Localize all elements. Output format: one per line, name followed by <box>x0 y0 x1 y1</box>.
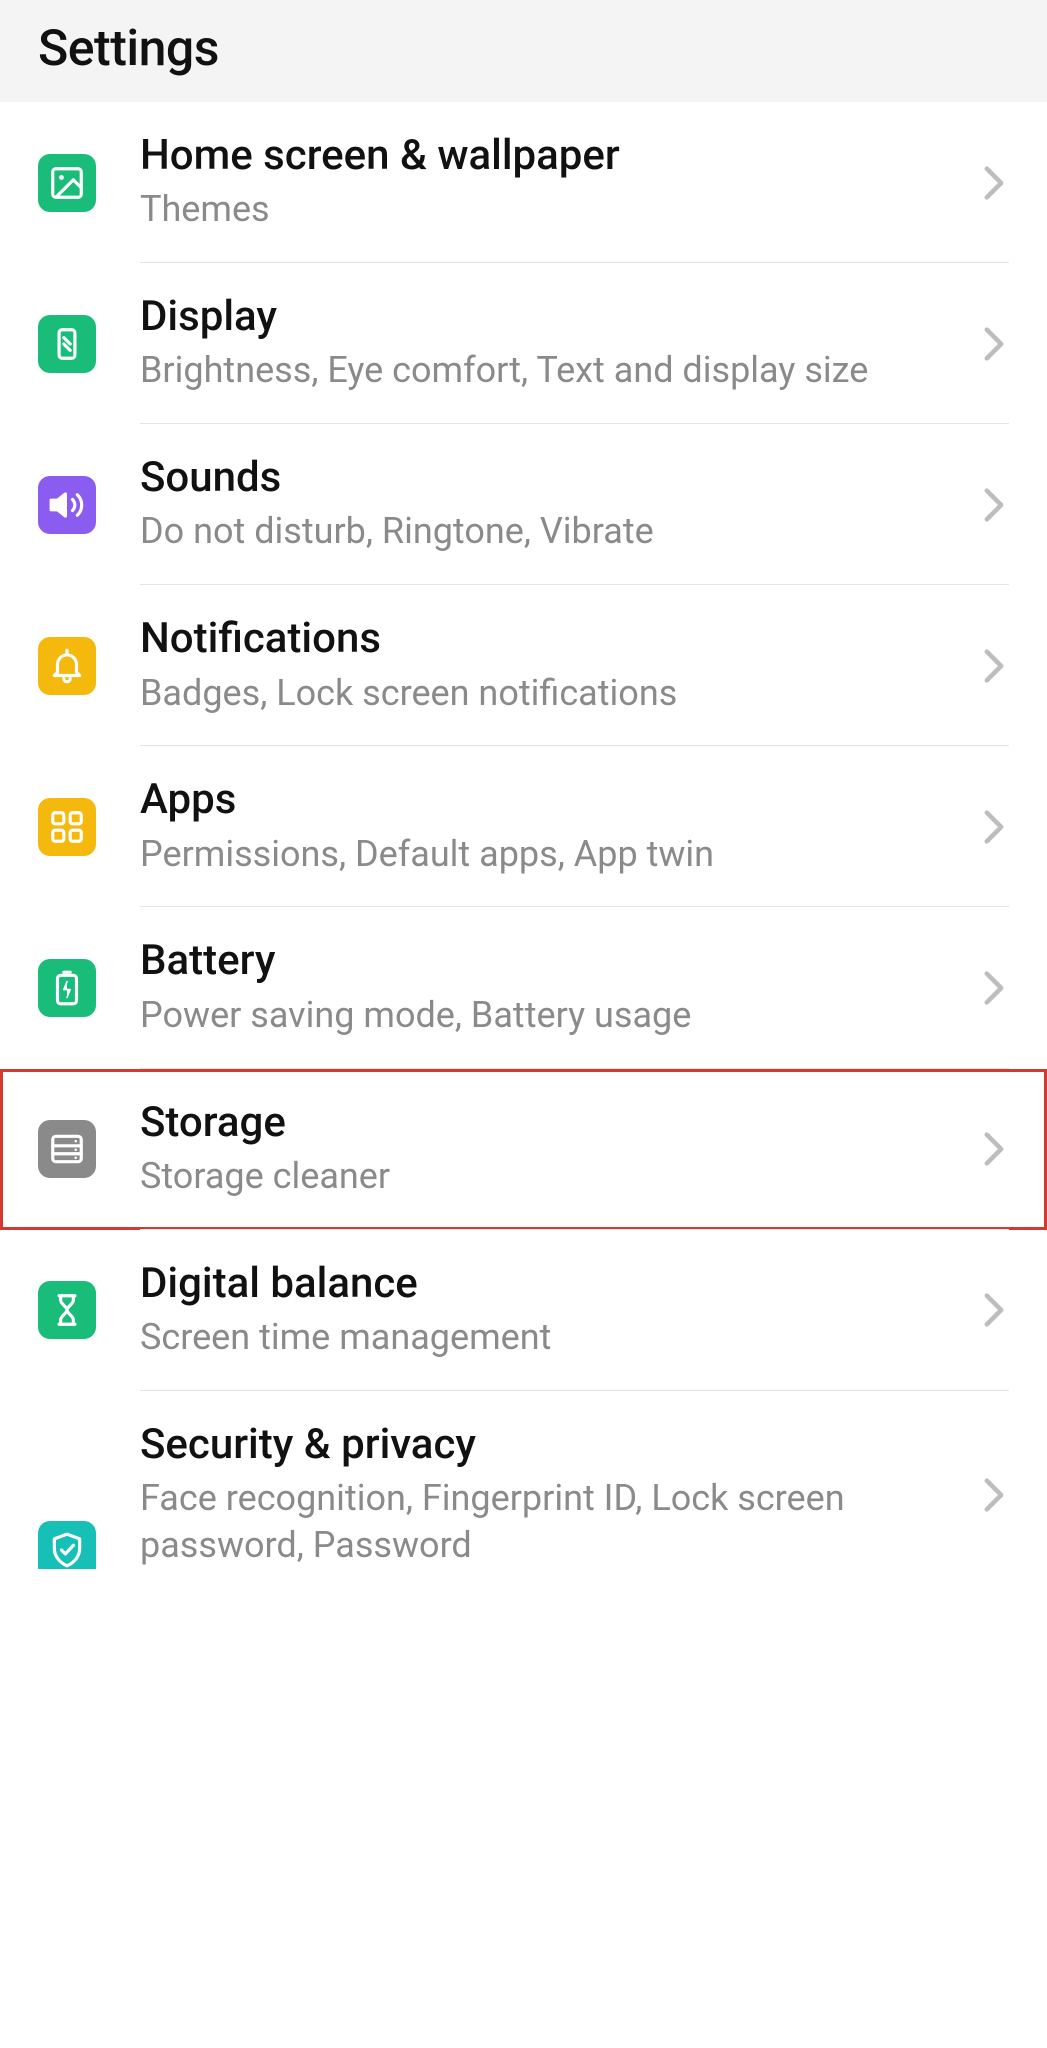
chevron-right-icon <box>979 490 1009 520</box>
settings-item-text: Display Brightness, Eye comfort, Text an… <box>140 293 959 394</box>
settings-item-text: Sounds Do not disturb, Ringtone, Vibrate <box>140 454 959 555</box>
hourglass-icon <box>38 1281 96 1339</box>
chevron-right-icon <box>979 1295 1009 1325</box>
settings-item-title: Sounds <box>140 454 959 502</box>
settings-item-text: Storage Storage cleaner <box>140 1099 959 1200</box>
settings-item-subtitle: Permissions, Default apps, App twin <box>140 831 959 878</box>
settings-item-battery[interactable]: Battery Power saving mode, Battery usage <box>0 907 1047 1068</box>
settings-item-text: Battery Power saving mode, Battery usage <box>140 937 959 1038</box>
settings-item-subtitle: Screen time management <box>140 1314 959 1361</box>
page-title: Settings <box>38 20 1009 78</box>
chevron-right-icon <box>979 812 1009 842</box>
settings-item-subtitle: Do not disturb, Ringtone, Vibrate <box>140 508 959 555</box>
sound-icon <box>38 476 96 534</box>
settings-item-security-privacy[interactable]: Security & privacy Face recognition, Fin… <box>0 1391 1047 1569</box>
settings-item-text: Digital balance Screen time management <box>140 1260 959 1361</box>
settings-item-text: Apps Permissions, Default apps, App twin <box>140 776 959 877</box>
settings-item-title: Notifications <box>140 615 959 663</box>
settings-item-subtitle: Themes <box>140 186 959 233</box>
chevron-right-icon <box>979 973 1009 1003</box>
settings-item-title: Digital balance <box>140 1260 959 1308</box>
settings-item-sounds[interactable]: Sounds Do not disturb, Ringtone, Vibrate <box>0 424 1047 585</box>
bell-icon <box>38 637 96 695</box>
chevron-right-icon <box>979 1480 1009 1510</box>
settings-item-subtitle: Power saving mode, Battery usage <box>140 992 959 1039</box>
settings-list: Home screen & wallpaper Themes Display B… <box>0 102 1047 1569</box>
settings-item-subtitle: Badges, Lock screen notifications <box>140 670 959 717</box>
shield-check-icon <box>38 1521 96 1569</box>
settings-item-digital-balance[interactable]: Digital balance Screen time management <box>0 1230 1047 1391</box>
apps-icon <box>38 798 96 856</box>
chevron-right-icon <box>979 1134 1009 1164</box>
settings-item-text: Security & privacy Face recognition, Fin… <box>140 1421 959 1569</box>
settings-item-apps[interactable]: Apps Permissions, Default apps, App twin <box>0 746 1047 907</box>
settings-item-title: Security & privacy <box>140 1421 959 1469</box>
settings-item-subtitle: Face recognition, Fingerprint ID, Lock s… <box>140 1475 959 1569</box>
settings-item-title: Battery <box>140 937 959 985</box>
settings-item-text: Notifications Badges, Lock screen notifi… <box>140 615 959 716</box>
settings-header: Settings <box>0 0 1047 102</box>
settings-item-title: Storage <box>140 1099 959 1147</box>
settings-item-storage[interactable]: Storage Storage cleaner <box>0 1069 1047 1230</box>
settings-item-title: Display <box>140 293 959 341</box>
settings-item-text: Home screen & wallpaper Themes <box>140 132 959 233</box>
wallpaper-icon <box>38 154 96 212</box>
storage-icon <box>38 1120 96 1178</box>
settings-item-title: Home screen & wallpaper <box>140 132 959 180</box>
settings-item-display[interactable]: Display Brightness, Eye comfort, Text an… <box>0 263 1047 424</box>
battery-icon <box>38 959 96 1017</box>
settings-item-subtitle: Brightness, Eye comfort, Text and displa… <box>140 347 959 394</box>
settings-item-subtitle: Storage cleaner <box>140 1153 959 1200</box>
settings-item-title: Apps <box>140 776 959 824</box>
chevron-right-icon <box>979 168 1009 198</box>
settings-item-home-screen-wallpaper[interactable]: Home screen & wallpaper Themes <box>0 102 1047 263</box>
chevron-right-icon <box>979 651 1009 681</box>
settings-item-notifications[interactable]: Notifications Badges, Lock screen notifi… <box>0 585 1047 746</box>
chevron-right-icon <box>979 329 1009 359</box>
display-icon <box>38 315 96 373</box>
